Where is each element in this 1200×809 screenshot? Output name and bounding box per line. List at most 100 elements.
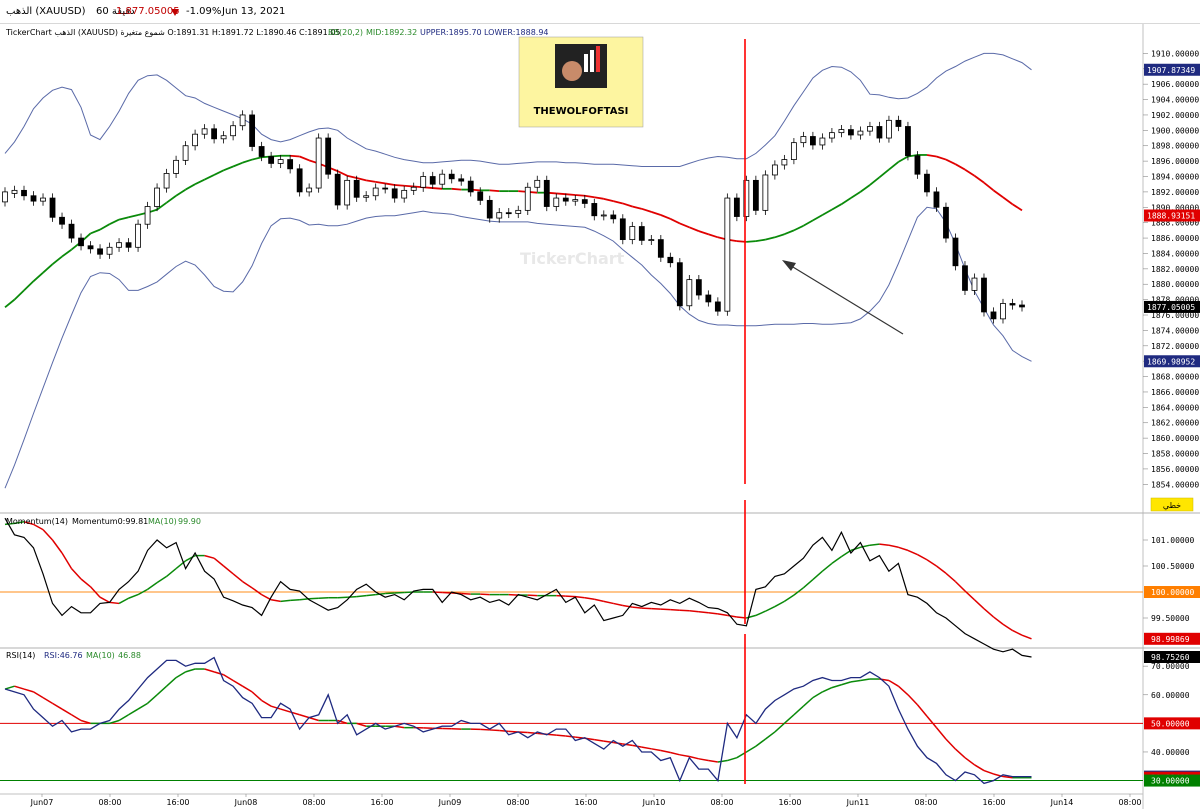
candle (867, 126, 873, 132)
momentum-ma-segment (831, 556, 842, 565)
momentum-tick-label: 100.50000 (1151, 562, 1195, 571)
momentum-ma-segment (527, 594, 538, 597)
bb-mid-segment (489, 189, 500, 193)
bb-mid-segment (394, 184, 405, 187)
candle (163, 173, 170, 189)
momentum-ma-value: 99.90 (178, 517, 201, 526)
momentum-ma-segment (670, 608, 680, 611)
candle (192, 133, 198, 147)
bb-mid-segment (432, 187, 443, 190)
candle (524, 186, 531, 211)
candle (201, 128, 208, 135)
candle (439, 173, 446, 185)
rsi-ma-segment (698, 758, 709, 762)
rsi-name: RSI(14) (6, 651, 35, 660)
rsi-ma-segment (489, 729, 500, 732)
momentum-ma-segment (765, 605, 776, 612)
rsi-ma-segment (594, 738, 604, 742)
momentum-ma-segment (51, 539, 63, 554)
rsi-ma-segment (42, 696, 53, 704)
candle (800, 136, 807, 144)
rsi-value: RSI:46.76 (44, 651, 83, 660)
momentum-ma-segment (613, 602, 623, 607)
candle (97, 248, 103, 255)
momentum-ma-segment (70, 568, 82, 580)
time-tick-label: Jun07 (30, 798, 54, 807)
candle (391, 188, 398, 199)
candle (154, 187, 160, 207)
momentum-ma-segment (461, 592, 471, 595)
rsi-ma-segment (480, 728, 490, 731)
rsi-ma-segment (14, 685, 25, 690)
momentum-tag-label: 98.99869 (1151, 635, 1190, 644)
candle (268, 156, 275, 164)
price-tick-label: 1854.00000 (1151, 480, 1199, 489)
percent-change: -1.09% (186, 6, 222, 17)
time-tick-label: 16:00 (370, 798, 393, 807)
rsi-ma-segment (175, 671, 186, 679)
momentum-ma-segment (945, 572, 956, 583)
momentum-ma-segment (156, 575, 167, 584)
candle (809, 136, 816, 146)
price-tick-label: 1874.00000 (1151, 326, 1199, 335)
candle (543, 179, 550, 207)
price-tag-label: 1888.93151 (1147, 212, 1195, 221)
momentum-ma-segment (594, 598, 604, 603)
rsi-ma-segment (831, 684, 842, 689)
rsi-ma-segment (261, 699, 272, 707)
candle (581, 199, 588, 204)
candle (59, 216, 65, 225)
momentum-ma-segment (936, 565, 947, 574)
rsi-ma-segment (945, 738, 957, 750)
rsi-ma-segment (926, 715, 938, 729)
rsi-tick-label: 40.00000 (1151, 748, 1190, 757)
momentum-ma-segment (232, 573, 244, 583)
rsi-ma-segment (727, 756, 738, 762)
candle (363, 195, 370, 198)
candle (990, 311, 997, 320)
price-tick-label: 1884.00000 (1151, 249, 1199, 258)
momentum-ma-segment (727, 614, 737, 618)
candle (771, 164, 778, 176)
rsi-ma-segment (897, 685, 909, 696)
rsi-ma-segment (232, 679, 244, 687)
rsi-ma-segment (223, 674, 234, 682)
momentum-ma-segment (954, 581, 966, 592)
momentum-ma-segment (42, 529, 54, 541)
rsi-ma-segment (308, 716, 319, 722)
time-tick-label: 08:00 (710, 798, 733, 807)
mode-button[interactable]: خطي (1150, 497, 1194, 512)
candle (277, 159, 284, 164)
momentum-ma-segment (61, 552, 73, 569)
candle (657, 239, 664, 258)
momentum-ma-segment (603, 600, 614, 605)
bb-upper-legend: UPPER:1895.70 (420, 28, 482, 37)
candle (905, 126, 911, 157)
candle (173, 159, 179, 174)
momentum-ma-segment (755, 610, 766, 617)
time-tick-label: 16:00 (574, 798, 597, 807)
rsi-tick-label: 60.00000 (1151, 691, 1190, 700)
price-tick-label: 1900.00000 (1151, 126, 1199, 135)
momentum-ma-segment (651, 607, 661, 610)
bb-mid-segment (451, 187, 462, 191)
down-arrow-icon (171, 9, 179, 16)
candle (724, 197, 731, 312)
candle (344, 179, 351, 206)
rsi-ma-segment (270, 705, 281, 710)
momentum-ma-segment (717, 613, 728, 617)
price-tick-label: 1904.00000 (1151, 96, 1199, 105)
candle (819, 137, 826, 146)
candle (239, 114, 246, 127)
rsi-ma-segment (251, 691, 263, 702)
rsi-ma-segment (670, 751, 681, 756)
time-tick-label: Jun10 (642, 798, 666, 807)
candle (838, 129, 845, 134)
candle (981, 277, 987, 313)
candle (78, 237, 84, 247)
chart-area[interactable]: TickerChart الذهب (XAUUSD) شموع متغيرة O… (0, 24, 1200, 809)
candle (448, 173, 455, 180)
time-tick-label: 16:00 (778, 798, 801, 807)
bb-mid-segment (404, 184, 414, 188)
candle (895, 119, 902, 127)
